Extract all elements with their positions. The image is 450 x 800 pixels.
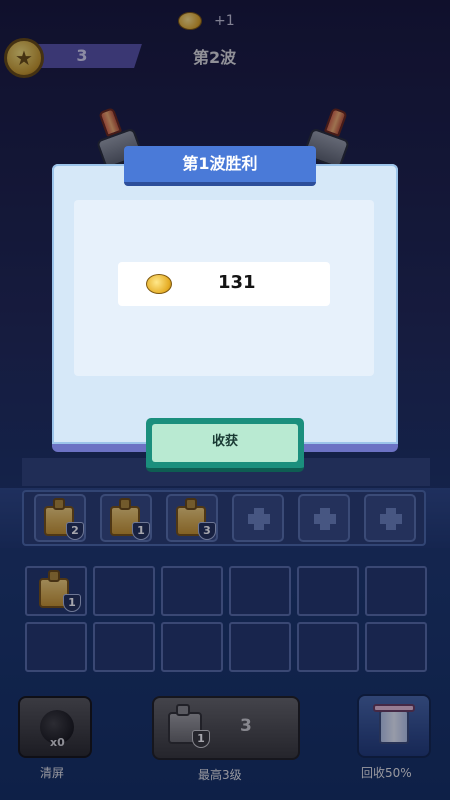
grid-cell[interactable]: [297, 566, 359, 616]
reward-amount: 131: [218, 272, 256, 293]
max-level-button[interactable]: 1 3: [152, 696, 300, 760]
coin-icon: [178, 12, 202, 30]
modal-title: 第1波胜利: [124, 146, 316, 186]
turret-unit-head: [48, 570, 60, 582]
coin-icon: [146, 274, 172, 294]
tray-slot-add[interactable]: [364, 494, 416, 542]
level-badge: 2: [66, 522, 84, 540]
turret-unit-head: [119, 498, 131, 510]
victory-modal: 131: [52, 164, 398, 452]
modal-content-panel: 131: [74, 200, 374, 376]
grid-cell[interactable]: [365, 622, 427, 672]
tray-slot[interactable]: 2: [34, 494, 86, 542]
trash-bin-icon: [379, 710, 409, 744]
turret-unit-head: [185, 498, 197, 510]
grid-cell[interactable]: [25, 622, 87, 672]
trash-lid-icon: [373, 704, 415, 712]
grid-cell[interactable]: [229, 566, 291, 616]
harvest-button-label: 收获: [152, 424, 298, 462]
grid-cell[interactable]: [93, 622, 155, 672]
wave-label: 第2波: [193, 48, 237, 67]
recycle-label: 回收50%: [361, 766, 412, 780]
reward-row: 131: [118, 262, 330, 306]
level-badge: 1: [63, 594, 81, 612]
max-level-number: 3: [240, 716, 252, 736]
grid-cell[interactable]: [365, 566, 427, 616]
tray-slot-add[interactable]: [232, 494, 284, 542]
clear-screen-button[interactable]: x0: [18, 696, 92, 758]
star-coin-icon: ★: [4, 38, 44, 78]
turret-unit-head: [53, 498, 65, 510]
bomb-count: x0: [50, 736, 65, 749]
grid-cell[interactable]: [93, 566, 155, 616]
grid-cell[interactable]: [161, 566, 223, 616]
grid-cell[interactable]: [297, 622, 359, 672]
grid-cell[interactable]: [161, 622, 223, 672]
recycle-button[interactable]: [357, 694, 431, 758]
coin-count: 3: [76, 46, 88, 65]
tray-slot[interactable]: 1: [100, 494, 152, 542]
tray-slot-add[interactable]: [298, 494, 350, 542]
max-level-label: 最高3级: [198, 768, 242, 782]
grid-cell[interactable]: 1: [25, 566, 87, 616]
clear-screen-label: 清屏: [40, 766, 65, 780]
turret-unit-head: [176, 704, 190, 716]
tray-slot[interactable]: 3: [166, 494, 218, 542]
level-badge: 1: [132, 522, 150, 540]
level-badge: 1: [192, 730, 210, 748]
harvest-button[interactable]: 收获: [146, 418, 304, 472]
level-badge: 3: [198, 522, 216, 540]
grid-cell[interactable]: [229, 622, 291, 672]
coin-gain: +1: [214, 13, 235, 29]
